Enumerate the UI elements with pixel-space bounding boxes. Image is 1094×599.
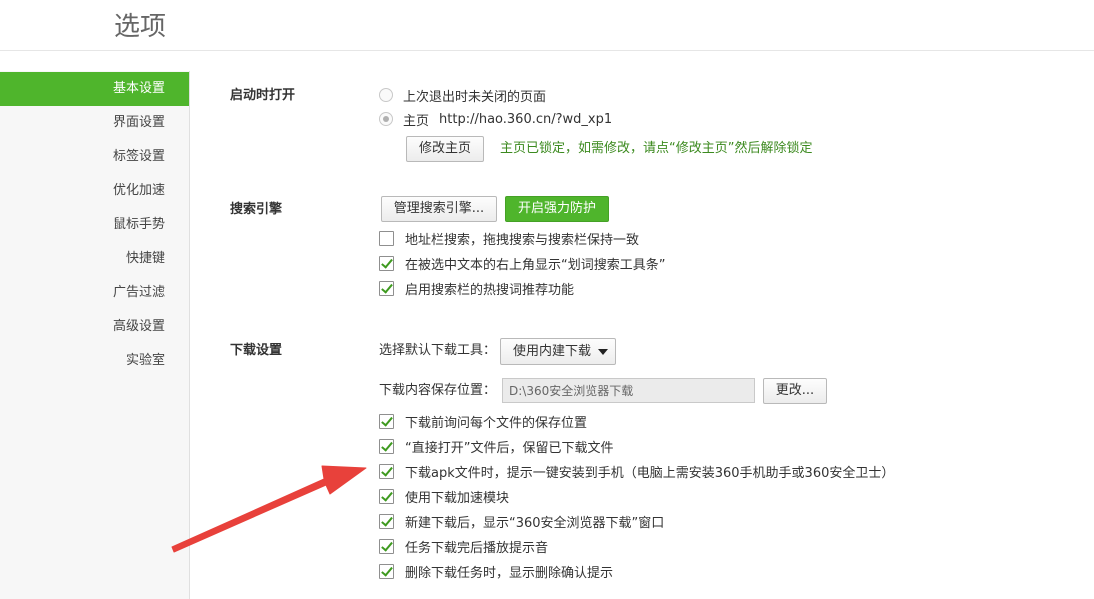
sidebar-item-basic-settings[interactable]: 基本设置 — [0, 72, 189, 106]
title-divider — [0, 50, 1094, 51]
startup-option-home-label: 主页 — [403, 113, 430, 129]
search-option-hot-words[interactable]: 启用搜索栏的热搜词推荐功能 — [379, 277, 574, 299]
sidebar-item-ad-filter[interactable]: 广告过滤 — [0, 276, 189, 310]
download-option-confirm-delete-label: 删除下载任务时，显示删除确认提示 — [405, 565, 614, 581]
download-option-accelerate-label: 使用下载加速模块 — [405, 490, 510, 506]
sidebar-item-lab[interactable]: 实验室 — [0, 344, 189, 378]
sidebar-item-interface-settings[interactable]: 界面设置 — [0, 106, 189, 140]
default-download-tool-value: 使用内建下载 — [513, 344, 592, 359]
download-option-show-window[interactable]: 新建下载后，显示“360安全浏览器下载”窗口 — [379, 510, 664, 532]
checkbox-show-window[interactable] — [379, 513, 394, 529]
download-path-input[interactable] — [502, 378, 755, 403]
search-option-sync[interactable]: 地址栏搜索，拖拽搜索与搜索栏保持一致 — [379, 227, 639, 249]
startup-option-last-session-label: 上次退出时未关闭的页面 — [403, 89, 547, 105]
page-title: 选项 — [114, 12, 167, 42]
download-option-keep-file-label: “直接打开”文件后，保留已下载文件 — [405, 440, 614, 456]
change-path-button[interactable]: 更改... — [763, 378, 827, 404]
download-option-accelerate[interactable]: 使用下载加速模块 — [379, 485, 509, 507]
home-url: http://hao.360.cn/?wd_xp1 — [439, 111, 613, 127]
download-option-apk-install[interactable]: 下载apk文件时，提示一键安装到手机（电脑上需安装360手机助手或360安全卫士… — [379, 460, 894, 482]
download-option-sound-label: 任务下载完后播放提示音 — [405, 540, 549, 556]
checkbox-confirm-delete[interactable] — [379, 563, 394, 579]
download-option-keep-file[interactable]: “直接打开”文件后，保留已下载文件 — [379, 435, 613, 457]
download-section-label: 下载设置 — [230, 343, 283, 358]
checkbox-apk-install[interactable] — [379, 463, 394, 479]
default-download-tool-label: 选择默认下载工具： — [379, 343, 497, 358]
enable-strong-protection-button[interactable]: 开启强力防护 — [505, 196, 609, 222]
startup-option-last-session[interactable]: 上次退出时未关闭的页面 — [379, 84, 546, 106]
search-option-sync-label: 地址栏搜索，拖拽搜索与搜索栏保持一致 — [405, 232, 640, 248]
download-option-ask-location-label: 下载前询问每个文件的保存位置 — [405, 415, 588, 431]
search-option-selection-toolbar[interactable]: 在被选中文本的右上角显示“划词搜索工具条” — [379, 252, 665, 274]
sidebar-nav: 基本设置 界面设置 标签设置 优化加速 鼠标手势 快捷键 广告过滤 高级设置 实… — [0, 71, 190, 599]
search-option-selection-toolbar-label: 在被选中文本的右上角显示“划词搜索工具条” — [405, 257, 666, 273]
download-option-confirm-delete[interactable]: 删除下载任务时，显示删除确认提示 — [379, 560, 613, 582]
download-option-ask-location[interactable]: 下载前询问每个文件的保存位置 — [379, 410, 587, 432]
search-option-hot-words-label: 启用搜索栏的热搜词推荐功能 — [405, 282, 575, 298]
checkbox-ask-location[interactable] — [379, 413, 394, 429]
download-option-sound[interactable]: 任务下载完后播放提示音 — [379, 535, 548, 557]
startup-option-home[interactable]: 主页 http://hao.360.cn/?wd_xp1 — [379, 108, 612, 130]
search-section-label: 搜索引擎 — [230, 202, 283, 217]
checkbox-keep-file[interactable] — [379, 438, 394, 454]
sidebar-item-advanced-settings[interactable]: 高级设置 — [0, 310, 189, 344]
download-path-label: 下载内容保存位置： — [379, 383, 497, 398]
radio-last-session[interactable] — [379, 88, 393, 102]
sidebar-item-mouse-gestures[interactable]: 鼠标手势 — [0, 208, 189, 242]
startup-section-label: 启动时打开 — [230, 88, 296, 103]
checkbox-address-bar-sync[interactable] — [379, 230, 394, 246]
checkbox-sound[interactable] — [379, 538, 394, 554]
checkbox-hot-words[interactable] — [379, 280, 394, 296]
default-download-tool-select[interactable]: 使用内建下载 — [500, 338, 616, 365]
sidebar-item-shortcuts[interactable]: 快捷键 — [0, 242, 189, 276]
homepage-lock-note: 主页已锁定，如需修改，请点“修改主页”然后解除锁定 — [500, 141, 813, 156]
download-option-apk-install-label: 下载apk文件时，提示一键安装到手机（电脑上需安装360手机助手或360安全卫士… — [405, 465, 895, 481]
radio-home[interactable] — [379, 112, 393, 126]
download-option-show-window-label: 新建下载后，显示“360安全浏览器下载”窗口 — [405, 515, 665, 531]
checkbox-accelerate[interactable] — [379, 488, 394, 504]
chevron-down-icon — [598, 349, 608, 355]
sidebar-item-optimize-speed[interactable]: 优化加速 — [0, 174, 189, 208]
checkbox-selection-toolbar[interactable] — [379, 255, 394, 271]
sidebar-item-tab-settings[interactable]: 标签设置 — [0, 140, 189, 174]
manage-search-engines-button[interactable]: 管理搜索引擎... — [381, 196, 497, 222]
modify-homepage-button[interactable]: 修改主页 — [406, 136, 484, 162]
